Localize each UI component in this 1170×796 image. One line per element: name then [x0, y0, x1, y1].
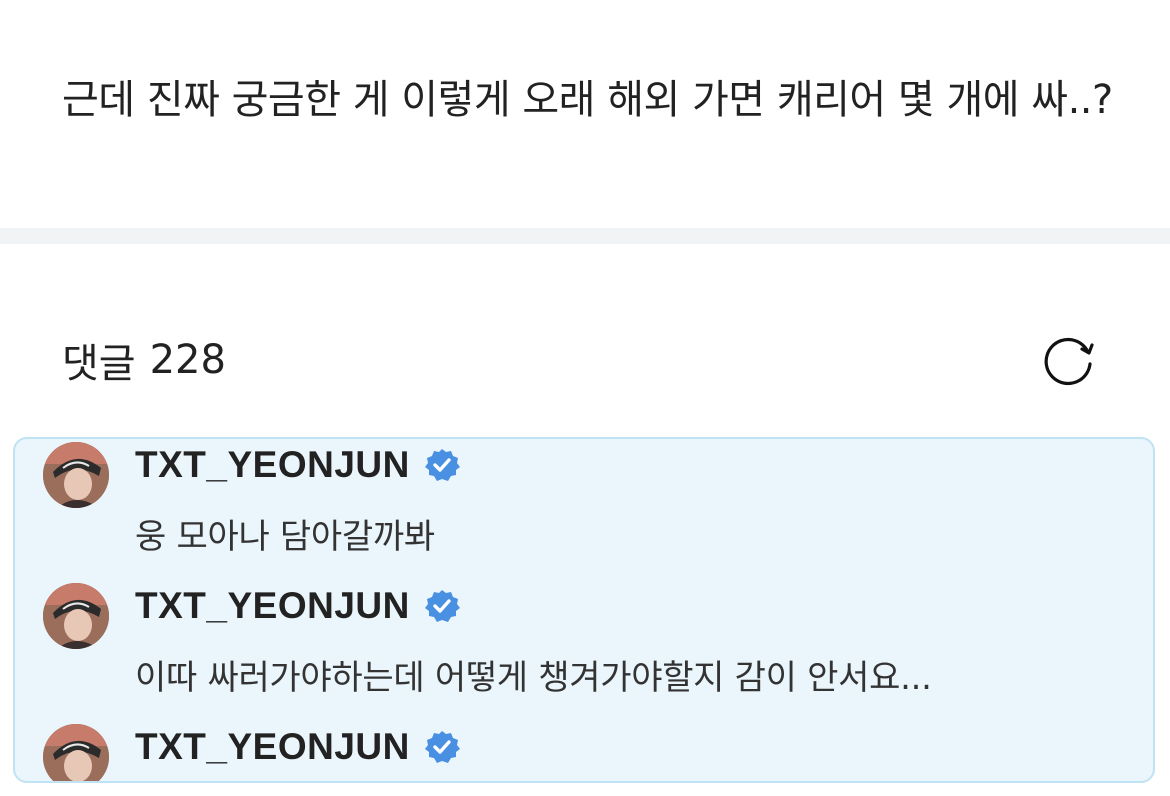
- author-name: TXT_YEONJUN: [135, 585, 410, 626]
- comments-label: 댓글: [62, 341, 136, 387]
- avatar[interactable]: [43, 724, 109, 781]
- avatar[interactable]: [43, 442, 109, 508]
- verified-badge-icon: [424, 590, 460, 622]
- comment-author[interactable]: TXT_YEONJUN: [135, 441, 460, 489]
- comment-text: 웅 모아나 담아갈까봐: [135, 517, 435, 557]
- author-name: TXT_YEONJUN: [135, 444, 410, 485]
- refresh-icon: [1044, 337, 1094, 386]
- verified-badge-icon: [424, 449, 460, 481]
- post-body-text: 근데 진짜 궁금한 게 이렇게 오래 해외 가면 캐리어 몇 개에 싸..?: [62, 77, 1113, 123]
- comments-header: 댓글 228: [62, 330, 226, 390]
- section-divider: [0, 228, 1170, 244]
- refresh-button[interactable]: [1034, 326, 1102, 394]
- verified-badge-icon: [424, 731, 460, 763]
- author-name: TXT_YEONJUN: [135, 726, 410, 767]
- comment-text: 이따 싸러가야하는데 어떻게 챙겨가야할지 감이 안서요...: [135, 658, 932, 698]
- comment-author[interactable]: TXT_YEONJUN: [135, 582, 460, 630]
- comment-author[interactable]: TXT_YEONJUN: [135, 723, 460, 771]
- comments-count: 228: [149, 337, 226, 383]
- avatar[interactable]: [43, 583, 109, 649]
- highlighted-comments-box: TXT_YEONJUN 웅 모아나 담아갈까봐 TXT_YEONJUN 이따 싸…: [13, 437, 1155, 783]
